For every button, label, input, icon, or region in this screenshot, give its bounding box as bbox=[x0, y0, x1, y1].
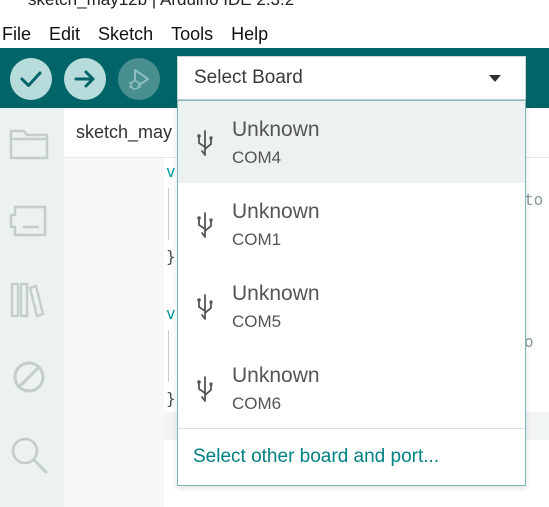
board-select-dropdown[interactable]: Select Board bbox=[177, 56, 526, 100]
usb-icon bbox=[197, 376, 213, 402]
board-icon bbox=[9, 205, 47, 237]
usb-icon bbox=[197, 130, 213, 156]
port-item[interactable]: Unknown COM6 bbox=[178, 347, 525, 429]
menu-tools[interactable]: Tools bbox=[162, 20, 222, 48]
code-line-6: v bbox=[166, 304, 176, 323]
indent-guide bbox=[168, 188, 169, 240]
folder-icon bbox=[9, 129, 49, 160]
menu-bar: File Edit Sketch Tools Help bbox=[0, 20, 549, 48]
menu-file[interactable]: File bbox=[0, 20, 40, 48]
sidebar bbox=[0, 108, 64, 507]
port-item[interactable]: Unknown COM4 bbox=[178, 101, 525, 183]
debug-button[interactable] bbox=[118, 58, 160, 100]
port-board-name: Unknown bbox=[232, 118, 320, 141]
code-line-2-tail: to bbox=[524, 190, 544, 209]
window-title-bar: sketch_may12b | Arduino IDE 2.3.2 bbox=[0, 0, 549, 14]
search-button[interactable] bbox=[8, 434, 50, 476]
menu-help[interactable]: Help bbox=[222, 20, 277, 48]
checkmark-icon bbox=[20, 71, 42, 87]
debug-icon bbox=[13, 361, 45, 393]
menu-edit[interactable]: Edit bbox=[40, 20, 89, 48]
port-item[interactable]: Unknown COM5 bbox=[178, 265, 525, 347]
sketchbook-button[interactable] bbox=[8, 122, 50, 164]
tab-sketch[interactable]: sketch_may bbox=[76, 122, 172, 143]
port-id: COM1 bbox=[232, 230, 282, 249]
port-board-name: Unknown bbox=[232, 282, 320, 305]
code-line-1: v bbox=[166, 162, 176, 181]
line-number-gutter bbox=[64, 158, 164, 507]
arrow-right-icon bbox=[74, 70, 95, 88]
debug-play-icon bbox=[129, 69, 149, 90]
search-icon bbox=[11, 437, 48, 474]
select-other-board-link[interactable]: Select other board and port... bbox=[193, 446, 439, 468]
board-select-label: Select Board bbox=[194, 67, 303, 88]
verify-button[interactable] bbox=[10, 58, 52, 100]
library-icon bbox=[10, 282, 45, 318]
debug-panel-button[interactable] bbox=[8, 356, 50, 398]
window-title: sketch_may12b | Arduino IDE 2.3.2 bbox=[28, 0, 294, 10]
port-id: COM5 bbox=[232, 312, 282, 331]
caret-down-icon bbox=[489, 75, 501, 82]
upload-button[interactable] bbox=[64, 58, 106, 100]
port-board-name: Unknown bbox=[232, 364, 320, 387]
indent-guide bbox=[168, 330, 169, 382]
usb-icon bbox=[197, 212, 213, 238]
library-manager-button[interactable] bbox=[8, 278, 50, 320]
port-item[interactable]: Unknown COM1 bbox=[178, 183, 525, 265]
board-port-list: Unknown COM4 Unknown COM1 Unknown COM5 U… bbox=[177, 100, 526, 486]
usb-icon bbox=[197, 294, 213, 320]
code-line-4: } bbox=[166, 247, 176, 266]
dropdown-divider bbox=[178, 428, 525, 429]
code-line-9: } bbox=[166, 389, 176, 408]
port-id: COM4 bbox=[232, 148, 282, 167]
menu-sketch[interactable]: Sketch bbox=[89, 20, 162, 48]
port-id: COM6 bbox=[232, 394, 282, 413]
boards-manager-button[interactable] bbox=[8, 200, 50, 242]
port-board-name: Unknown bbox=[232, 200, 320, 223]
